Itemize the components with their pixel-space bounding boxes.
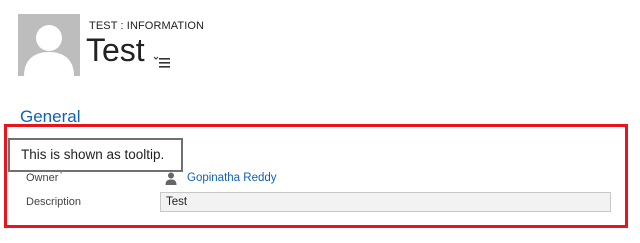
- owner-link[interactable]: Gopinatha Reddy: [187, 172, 277, 184]
- list-menu-icon[interactable]: [153, 55, 173, 69]
- entity-label: TEST : INFORMATION: [89, 20, 205, 32]
- tooltip: This is shown as tooltip.: [8, 138, 183, 172]
- owner-label: Owner*: [26, 169, 63, 184]
- avatar[interactable]: [18, 14, 80, 76]
- required-marker: *: [59, 169, 63, 179]
- owner-label-text: Owner: [26, 172, 59, 184]
- description-field[interactable]: Test: [160, 192, 611, 212]
- description-label: Description: [26, 196, 82, 208]
- tooltip-text: This is shown as tooltip.: [21, 147, 165, 162]
- user-icon: [165, 172, 177, 185]
- user-silhouette-icon: [18, 14, 80, 76]
- record-title: Test: [86, 32, 145, 68]
